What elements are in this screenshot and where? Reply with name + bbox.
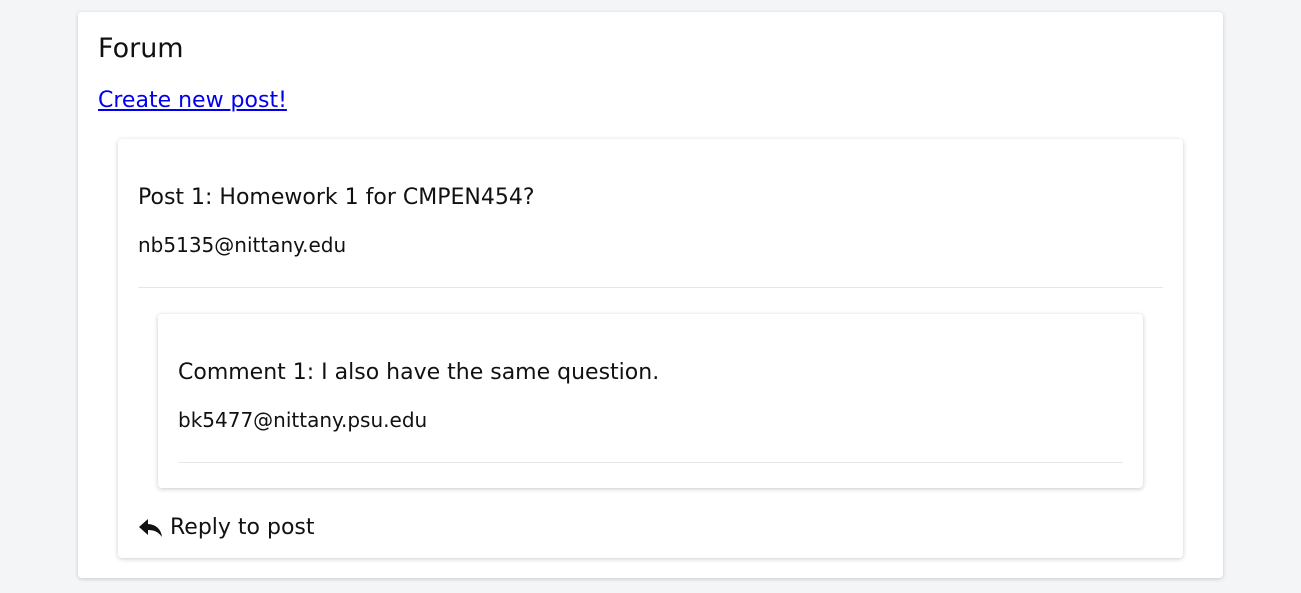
reply-to-post-button[interactable]: Reply to post (138, 512, 315, 544)
create-post-link[interactable]: Create new post! (98, 86, 287, 116)
post-divider (138, 287, 1163, 288)
comment-author: bk5477@nittany.psu.edu (178, 408, 428, 432)
reply-label: Reply to post (170, 515, 315, 540)
post-title: Post 1: Homework 1 for CMPEN454? (138, 185, 535, 210)
page-title: Forum (98, 33, 184, 64)
post-card: Post 1: Homework 1 for CMPEN454? nb5135@… (118, 139, 1183, 558)
post-author: nb5135@nittany.edu (138, 233, 347, 257)
comment-divider (178, 462, 1123, 463)
reply-arrow-icon (138, 516, 164, 540)
comment-text: Comment 1: I also have the same question… (178, 360, 660, 385)
comment-card: Comment 1: I also have the same question… (158, 314, 1143, 488)
forum-card: Forum Create new post! Post 1: Homework … (78, 12, 1223, 578)
